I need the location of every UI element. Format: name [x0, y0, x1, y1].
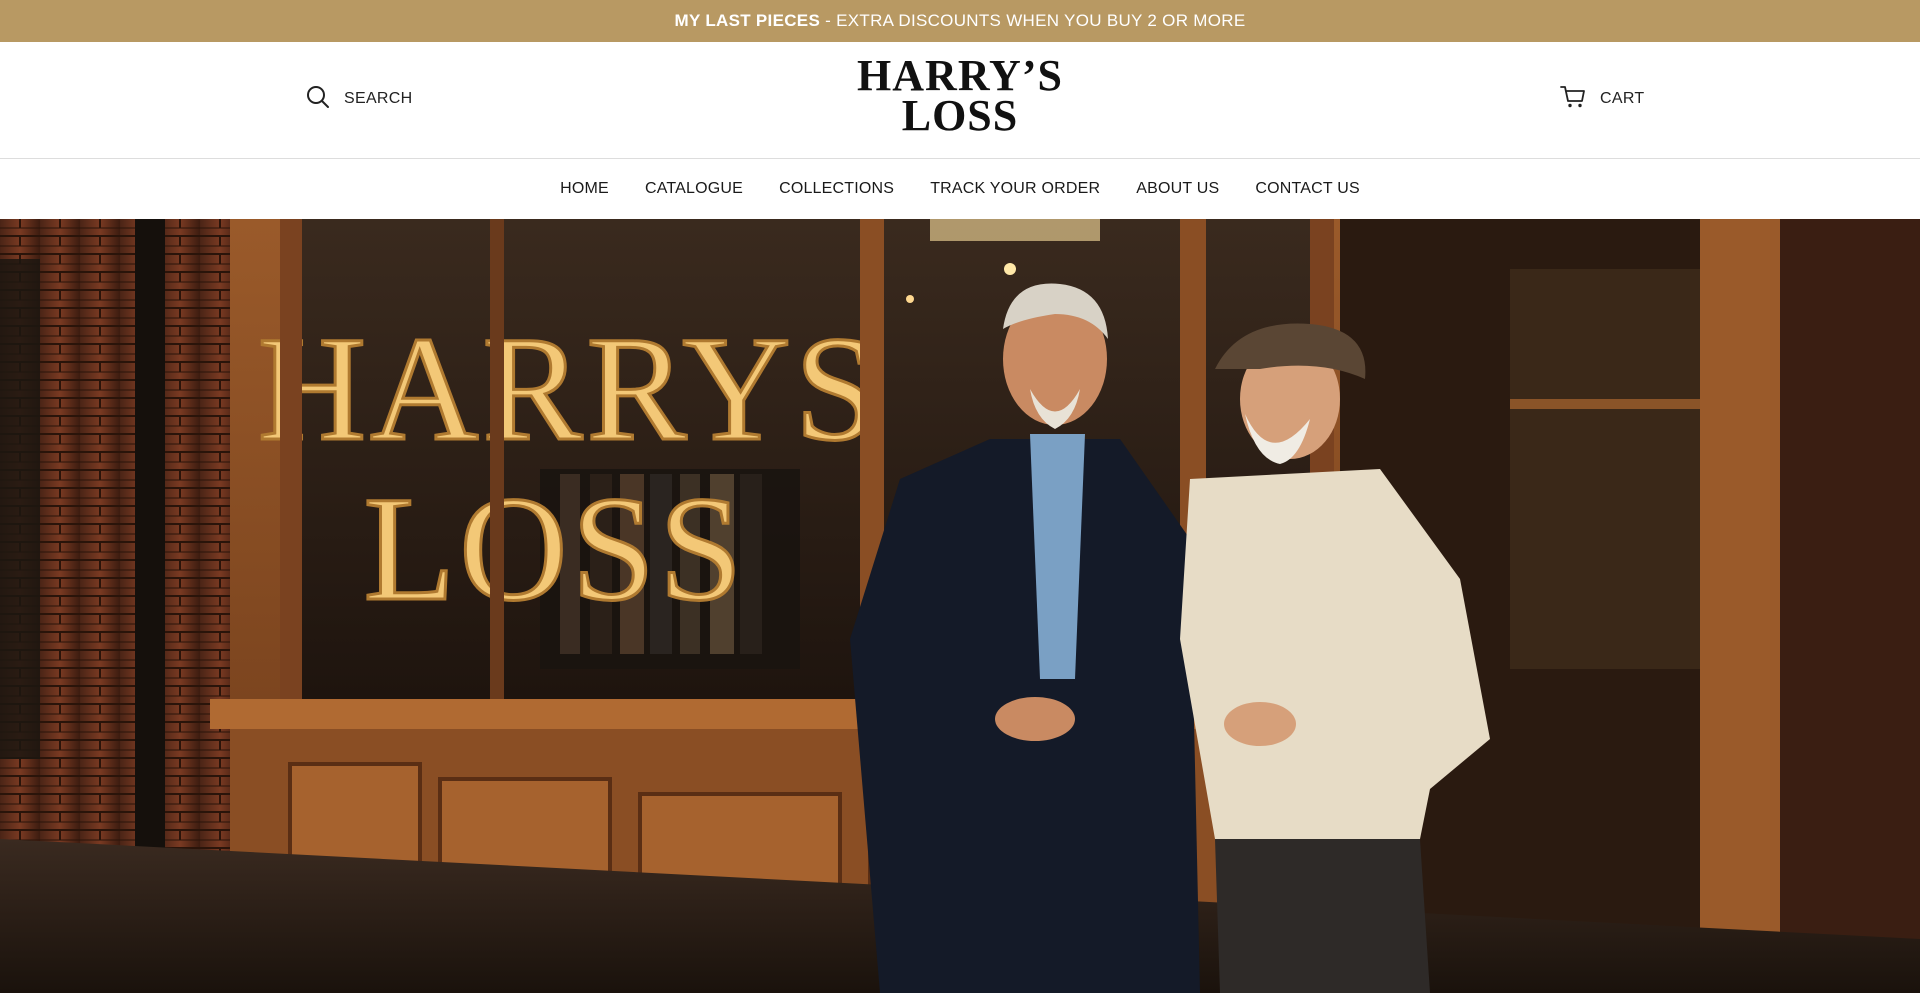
cart-icon	[1560, 85, 1586, 114]
nav-item-home[interactable]: HOME	[560, 180, 609, 198]
window-sign-line-2: LOSS	[364, 466, 747, 632]
search-label: SEARCH	[344, 90, 413, 107]
nav-item-track-your-order[interactable]: TRACK YOUR ORDER	[930, 180, 1100, 198]
nav-item-collections[interactable]: COLLECTIONS	[779, 180, 894, 198]
nav-item-about-us[interactable]: ABOUT US	[1136, 180, 1219, 198]
site-header: SEARCH HARRY’S LOSS CART	[0, 42, 1920, 159]
site-logo[interactable]: HARRY’S LOSS	[820, 51, 1100, 140]
announcement-text: - EXTRA DISCOUNTS WHEN YOU BUY 2 OR MORE	[820, 11, 1246, 30]
hero-banner: HARRYS LOSS	[0, 219, 1920, 993]
logo-line-1: HARRY’S	[857, 51, 1063, 100]
main-nav: HOME CATALOGUE COLLECTIONS TRACK YOUR OR…	[0, 159, 1920, 219]
announcement-highlight: MY LAST PIECES	[674, 11, 821, 30]
nav-item-catalogue[interactable]: CATALOGUE	[645, 180, 743, 198]
search-icon	[306, 85, 330, 114]
window-sign-line-1: HARRYS	[258, 306, 882, 472]
hero-scene: HARRYS LOSS	[0, 219, 1920, 993]
cart-label: CART	[1600, 90, 1645, 107]
logo-line-2: LOSS	[901, 91, 1019, 140]
announcement-bar: MY LAST PIECES - EXTRA DISCOUNTS WHEN YO…	[0, 0, 1920, 42]
cart-button[interactable]: CART	[1560, 85, 1645, 114]
search-button[interactable]: SEARCH	[306, 85, 413, 114]
nav-item-contact-us[interactable]: CONTACT US	[1255, 180, 1360, 198]
